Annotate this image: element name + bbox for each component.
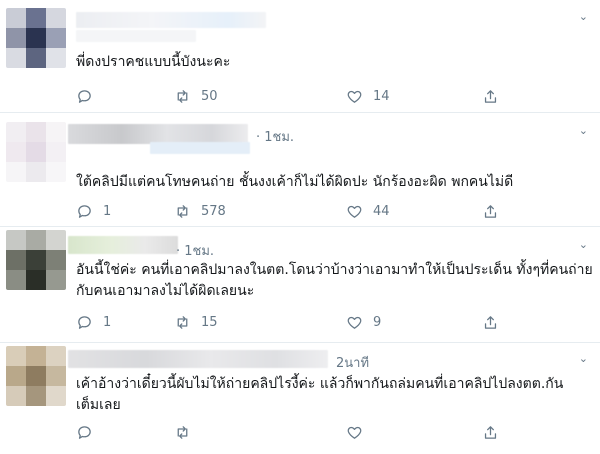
tweet-text-line: พี่ดงปราคชแบบนี้บังนะคะ xyxy=(76,54,231,70)
heart-icon xyxy=(347,316,362,329)
reply-count: 1 xyxy=(103,314,112,330)
retweet-count: 15 xyxy=(201,314,218,330)
tweet-text-line: กับคนเอามาลงไม่ได้ผิดเลยนะ xyxy=(76,283,255,299)
like-count: 9 xyxy=(373,314,382,330)
reply-button[interactable] xyxy=(76,422,103,442)
share-icon xyxy=(484,204,497,218)
like-button[interactable]: 9 xyxy=(346,312,381,332)
reply-icon xyxy=(78,425,91,439)
avatar[interactable] xyxy=(6,8,66,68)
tweet-text-line: อันนี้ใช่ค่ะ คนที่เอาคลิปมาลงในตต.โดนว่า… xyxy=(76,262,593,278)
retweet-icon xyxy=(177,315,188,329)
retweet-button[interactable]: 50 xyxy=(174,86,218,106)
heart-icon xyxy=(347,426,362,439)
share-icon xyxy=(484,425,497,439)
chevron-down-icon[interactable]: ⌄ xyxy=(579,124,588,137)
reply-icon xyxy=(78,204,91,218)
reply-button[interactable]: 1 xyxy=(76,201,111,221)
chevron-down-icon[interactable]: ⌄ xyxy=(579,238,588,251)
retweet-count: 50 xyxy=(201,88,218,104)
reply-icon xyxy=(78,89,91,103)
like-count: 14 xyxy=(373,88,390,104)
share-icon xyxy=(484,315,497,329)
reply-count: 1 xyxy=(103,203,112,219)
reply-feed: ⌄ พี่ดงปราคชแบบนี้บังนะคะ 50 14 · 1ชม. ⌄… xyxy=(0,0,600,454)
username-blurred[interactable] xyxy=(68,350,328,368)
share-button[interactable] xyxy=(482,201,499,221)
retweet-button[interactable]: 578 xyxy=(174,201,226,221)
like-count: 44 xyxy=(373,203,390,219)
reply-button[interactable]: 1 xyxy=(76,312,111,332)
reply-button[interactable] xyxy=(76,86,103,106)
tweet-text-line: เต็มเลย xyxy=(76,397,121,413)
reply-icon xyxy=(78,315,91,329)
tweet-text-line: เค้าอ้างว่าเดี๋ยวนี้ผับไม่ให้ถ่ายคลิปไรง… xyxy=(76,376,564,392)
like-button[interactable]: 14 xyxy=(346,86,390,106)
tweet-text: เค้าอ้างว่าเดี๋ยวนี้ผับไม่ให้ถ่ายคลิปไรง… xyxy=(76,374,563,416)
avatar[interactable] xyxy=(6,230,66,290)
reply-tweet[interactable]: · 1ชม. ⌄ อันนี้ใช่ค่ะ คนที่เอาคลิปมาลงใน… xyxy=(0,226,600,343)
username-blurred[interactable] xyxy=(68,124,248,144)
chevron-down-icon[interactable]: ⌄ xyxy=(579,352,588,365)
share-button[interactable] xyxy=(482,86,499,106)
tweet-text: พี่ดงปราคชแบบนี้บังนะคะ xyxy=(76,52,230,73)
reply-tweet[interactable]: ⌄ พี่ดงปราคชแบบนี้บังนะคะ 50 14 xyxy=(0,0,600,113)
reply-tweet[interactable]: 2นาที ⌄ เค้าอ้างว่าเดี๋ยวนี้ผับไม่ให้ถ่า… xyxy=(0,342,600,454)
retweet-icon xyxy=(177,89,188,103)
tweet-timestamp[interactable]: 2นาที xyxy=(336,352,369,373)
share-icon xyxy=(484,89,497,103)
share-button[interactable] xyxy=(482,312,499,332)
retweet-button[interactable]: 15 xyxy=(174,312,218,332)
tweet-text-line: ใต้คลิปมีแต่คนโทษคนถ่าย ชั้นงงเค้าก็ไม่ไ… xyxy=(76,174,514,190)
heart-icon xyxy=(347,205,362,218)
retweet-icon xyxy=(177,204,188,218)
chevron-down-icon[interactable]: ⌄ xyxy=(579,10,588,23)
handle-blurred xyxy=(150,142,250,154)
reply-tweet[interactable]: · 1ชม. ⌄ ใต้คลิปมีแต่คนโทษคนถ่าย ชั้นงงเ… xyxy=(0,112,600,227)
tweet-text: อันนี้ใช่ค่ะ คนที่เอาคลิปมาลงในตต.โดนว่า… xyxy=(76,260,593,302)
like-button[interactable] xyxy=(346,422,373,442)
share-button[interactable] xyxy=(482,422,499,442)
username-blurred[interactable] xyxy=(68,236,178,254)
avatar[interactable] xyxy=(6,346,66,406)
like-button[interactable]: 44 xyxy=(346,201,390,221)
tweet-text: ใต้คลิปมีแต่คนโทษคนถ่าย ชั้นงงเค้าก็ไม่ไ… xyxy=(76,172,513,193)
retweet-icon xyxy=(177,425,188,439)
avatar[interactable] xyxy=(6,122,66,182)
tweet-timestamp[interactable]: · 1ชม. xyxy=(256,126,294,147)
retweet-button[interactable] xyxy=(174,422,201,442)
handle-blurred xyxy=(76,30,196,42)
username-blurred[interactable] xyxy=(76,12,266,28)
tweet-timestamp[interactable]: · 1ชม. xyxy=(176,240,214,261)
heart-icon xyxy=(347,90,362,103)
retweet-count: 578 xyxy=(201,203,226,219)
